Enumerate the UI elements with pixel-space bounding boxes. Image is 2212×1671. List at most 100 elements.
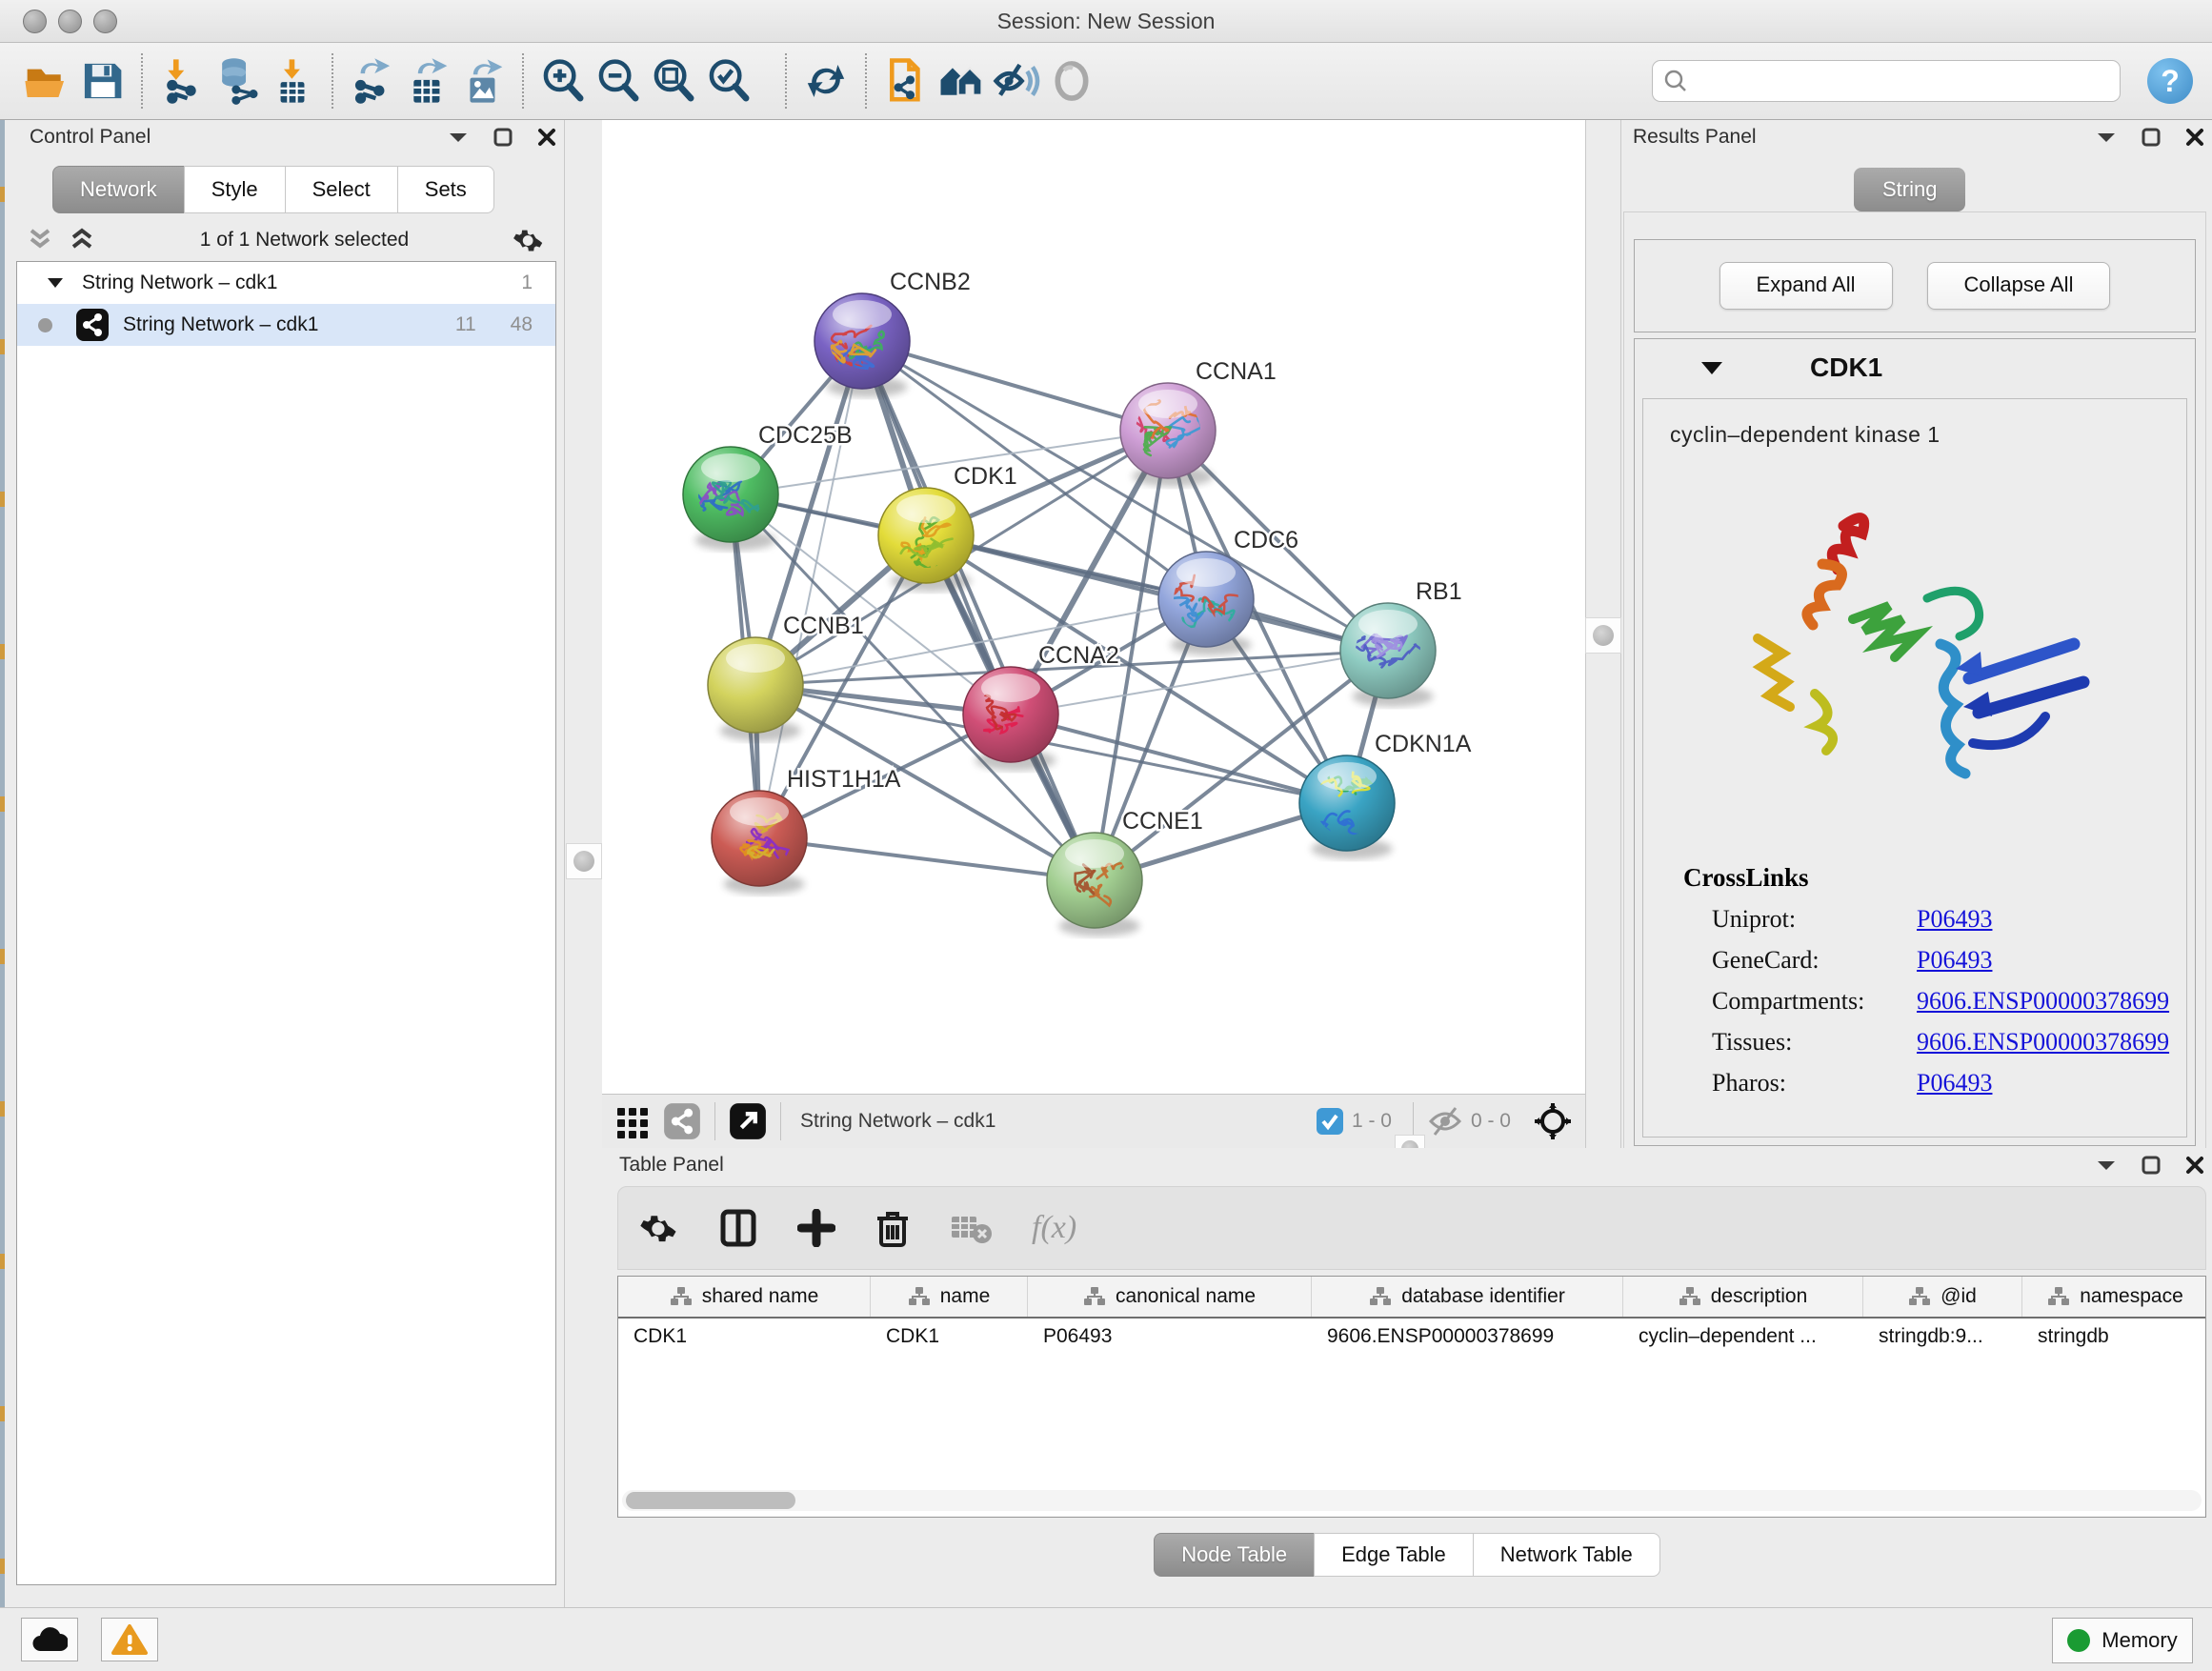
crosslinks-list: Uniprot:P06493GeneCard:P06493Compartment… <box>1643 905 2186 1097</box>
column-header-name[interactable]: name <box>871 1277 1028 1317</box>
zoom-fit-button[interactable] <box>646 53 701 109</box>
collapse-entry-icon[interactable] <box>1699 360 1724 376</box>
column-header-namespace[interactable]: namespace <box>2022 1277 2206 1317</box>
add-column-icon[interactable] <box>797 1209 835 1247</box>
grid-view-icon[interactable] <box>613 1102 652 1140</box>
crosslink-row: Pharos:P06493 <box>1712 1069 2186 1097</box>
export-network-button[interactable] <box>345 53 400 109</box>
tab-edge-table[interactable]: Edge Table <box>1314 1533 1473 1577</box>
splitter-handle[interactable] <box>1585 617 1621 654</box>
network-edge-CDK1-RB1[interactable] <box>926 535 1388 651</box>
zoom-in-button[interactable] <box>535 53 591 109</box>
network-collection-row[interactable]: String Network – cdk1 1 <box>17 262 555 304</box>
network-canvas[interactable]: CCNB2CCNA1CDC25BCDK1CDC6RB1CCNB1CCNA2CDK… <box>602 120 1585 1094</box>
warnings-button[interactable] <box>101 1618 158 1661</box>
detach-view-icon[interactable] <box>729 1102 767 1140</box>
help-button[interactable]: ? <box>2147 58 2193 104</box>
birdseye-toggle-icon[interactable] <box>1532 1100 1574 1142</box>
show-graphics-details-button[interactable] <box>1044 53 1099 109</box>
memory-button[interactable]: Memory <box>2052 1618 2193 1663</box>
import-network-database-button[interactable] <box>210 53 265 109</box>
window-title: Session: New Session <box>0 0 2212 42</box>
string-view-icon[interactable] <box>663 1102 701 1140</box>
collapse-all-button[interactable]: Collapse All <box>1927 262 2111 310</box>
crosslink-value-link[interactable]: P06493 <box>1917 946 1992 975</box>
table-options-gear-icon[interactable] <box>639 1208 679 1248</box>
expand-all-button[interactable]: Expand All <box>1719 262 1893 310</box>
collection-label: String Network – cdk1 <box>82 272 277 294</box>
tree-expander-icon[interactable] <box>46 276 65 290</box>
zoom-out-button[interactable] <box>591 53 646 109</box>
network-edge-HIST1H1A-CCNE1[interactable] <box>759 838 1095 880</box>
results-panel-title: Results Panel <box>1633 126 1757 149</box>
search-input[interactable] <box>1689 70 2110 93</box>
network-edge-CCNB2-CCNE1[interactable] <box>862 341 1095 880</box>
close-panel-icon[interactable] <box>2185 1156 2204 1175</box>
entry-description: cyclin–dependent kinase 1 <box>1670 422 2186 448</box>
selected-checkbox-icon[interactable] <box>1316 1107 1344 1136</box>
float-panel-icon[interactable] <box>2142 128 2161 147</box>
expand-all-icon[interactable] <box>68 227 96 253</box>
column-header-canonical-name[interactable]: canonical name <box>1028 1277 1312 1317</box>
string-home-button[interactable] <box>934 53 989 109</box>
node-gloss <box>1358 610 1418 638</box>
show-columns-icon[interactable] <box>717 1207 759 1249</box>
results-panel: Results Panel String Expand All Collapse… <box>1619 120 2212 1168</box>
column-header--id[interactable]: @id <box>1863 1277 2022 1317</box>
crosslink-value-link[interactable]: 9606.ENSP00000378699 <box>1917 1028 2169 1057</box>
close-panel-icon[interactable] <box>2185 128 2204 147</box>
export-image-button[interactable] <box>455 53 511 109</box>
crosslink-value-link[interactable]: P06493 <box>1917 905 1992 934</box>
collapse-all-icon[interactable] <box>26 227 54 253</box>
horizontal-scrollbar[interactable] <box>622 1490 2202 1511</box>
left-splitter[interactable] <box>564 120 604 1608</box>
export-table-button[interactable] <box>400 53 455 109</box>
node-gloss <box>833 300 892 329</box>
title-bar: Session: New Session <box>0 0 2212 43</box>
tab-string[interactable]: String <box>1854 168 1965 211</box>
open-session-button[interactable] <box>19 53 74 109</box>
file-share-icon <box>881 56 931 106</box>
tab-select[interactable]: Select <box>285 166 397 213</box>
panel-menu-icon[interactable] <box>448 131 469 144</box>
node-entry-header[interactable]: CDK1 <box>1635 339 2195 396</box>
import-network-file-button[interactable] <box>154 53 210 109</box>
tab-style[interactable]: Style <box>184 166 285 213</box>
crosslink-value-link[interactable]: P06493 <box>1917 1069 1992 1097</box>
scrollbar-thumb[interactable] <box>626 1492 795 1509</box>
tab-network-table[interactable]: Network Table <box>1473 1533 1660 1577</box>
tab-sets[interactable]: Sets <box>397 166 494 213</box>
column-header-description[interactable]: description <box>1623 1277 1863 1317</box>
close-panel-icon[interactable] <box>537 128 556 147</box>
panel-menu-icon[interactable] <box>2096 1158 2117 1172</box>
refresh-view-button[interactable] <box>798 53 854 109</box>
app-window: Session: New Session <box>0 0 2212 1671</box>
column-type-icon <box>1369 1286 1392 1307</box>
node-label-CCNA1: CCNA1 <box>1196 358 1277 385</box>
memory-label: Memory <box>2101 1628 2177 1653</box>
save-session-button[interactable] <box>74 53 130 109</box>
memory-status-dot <box>2067 1629 2090 1652</box>
table-row[interactable]: CDK1CDK1P064939606.ENSP00000378699cyclin… <box>618 1319 2205 1359</box>
column-header-label: database identifier <box>1401 1285 1565 1308</box>
network-label: String Network – cdk1 <box>123 313 318 336</box>
tab-node-table[interactable]: Node Table <box>1154 1533 1314 1577</box>
network-row[interactable]: String Network – cdk1 11 48 <box>17 304 555 346</box>
crosslink-value-link[interactable]: 9606.ENSP00000378699 <box>1917 987 2169 1016</box>
zoom-selected-button[interactable] <box>701 53 756 109</box>
gear-icon[interactable] <box>513 224 545 256</box>
column-header-shared-name[interactable]: shared name <box>618 1277 871 1317</box>
table-cell: stringdb <box>2022 1319 2206 1359</box>
network-edge-CCNB2-HIST1H1A[interactable] <box>759 341 862 838</box>
import-table-button[interactable] <box>265 53 320 109</box>
panel-menu-icon[interactable] <box>2096 131 2117 144</box>
cloud-status-button[interactable] <box>21 1618 78 1661</box>
network-from-file-button[interactable] <box>878 53 934 109</box>
float-panel-icon[interactable] <box>2142 1156 2161 1175</box>
hide-graphics-details-button[interactable] <box>989 53 1044 109</box>
tab-network[interactable]: Network <box>52 166 184 213</box>
delete-column-icon[interactable] <box>874 1207 912 1249</box>
column-header-database-identifier[interactable]: database identifier <box>1312 1277 1623 1317</box>
splitter-handle[interactable] <box>566 843 602 879</box>
float-panel-icon[interactable] <box>493 128 513 147</box>
